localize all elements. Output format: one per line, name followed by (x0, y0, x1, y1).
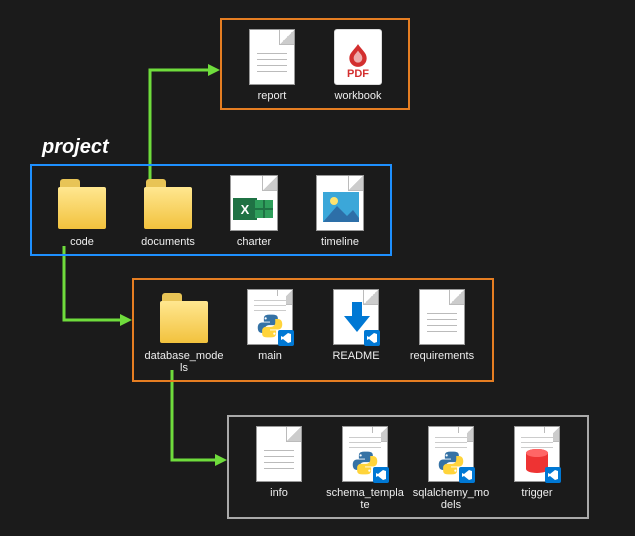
file-label: schema_template (325, 487, 405, 511)
python-file-icon (342, 426, 388, 482)
file-label: report (258, 90, 287, 102)
project-title: project (42, 136, 109, 159)
file-timeline[interactable]: timeline (300, 174, 380, 248)
folder-icon (144, 187, 192, 229)
image-file-icon (316, 175, 364, 231)
pdf-badge-text: PDF (347, 68, 369, 80)
file-requirements[interactable]: requirements (402, 288, 482, 362)
vscode-badge-icon (373, 467, 389, 483)
excel-file-icon: X (230, 175, 278, 231)
file-label: timeline (321, 236, 359, 248)
file-label: README (332, 350, 379, 362)
file-schema-template[interactable]: schema_template (325, 425, 405, 511)
file-label: main (258, 350, 282, 362)
file-info[interactable]: info (239, 425, 319, 499)
file-label: workbook (334, 90, 381, 102)
text-file-icon (249, 29, 295, 85)
python-file-icon (428, 426, 474, 482)
folder-database-models[interactable]: database_models (144, 288, 224, 374)
file-label: requirements (410, 350, 474, 362)
text-file-icon (256, 426, 302, 482)
file-workbook[interactable]: PDF workbook (318, 28, 398, 102)
python-file-icon (247, 289, 293, 345)
pdf-file-icon: PDF (334, 29, 382, 85)
file-report[interactable]: report (232, 28, 312, 102)
file-trigger[interactable]: trigger (497, 425, 577, 499)
folder-code[interactable]: code (42, 174, 122, 248)
sql-file-icon (514, 426, 560, 482)
file-sqlalchemy-models[interactable]: sqlalchemy_models (411, 425, 491, 511)
file-readme[interactable]: README (316, 288, 396, 362)
file-label: database_models (144, 350, 224, 374)
file-label: info (270, 487, 288, 499)
project-group: code documents X charter timeline (30, 164, 392, 256)
vscode-badge-icon (545, 467, 561, 483)
documents-group: report PDF workbook (220, 18, 410, 110)
markdown-file-icon (333, 289, 379, 345)
diagram-stage: report PDF workbook project code documen… (0, 0, 635, 536)
folder-icon (160, 301, 208, 343)
file-label: trigger (521, 487, 552, 499)
vscode-badge-icon (364, 330, 380, 346)
file-label: code (70, 236, 94, 248)
code-group: database_models main README (132, 278, 494, 382)
file-label: sqlalchemy_models (411, 487, 491, 511)
folder-icon (58, 187, 106, 229)
vscode-badge-icon (459, 467, 475, 483)
text-file-icon (419, 289, 465, 345)
folder-documents[interactable]: documents (128, 174, 208, 248)
database-models-group: info schema_template sqlalchemy_models (227, 415, 589, 519)
vscode-badge-icon (278, 330, 294, 346)
file-label: charter (237, 236, 271, 248)
file-charter[interactable]: X charter (214, 174, 294, 248)
file-main[interactable]: main (230, 288, 310, 362)
file-label: documents (141, 236, 195, 248)
